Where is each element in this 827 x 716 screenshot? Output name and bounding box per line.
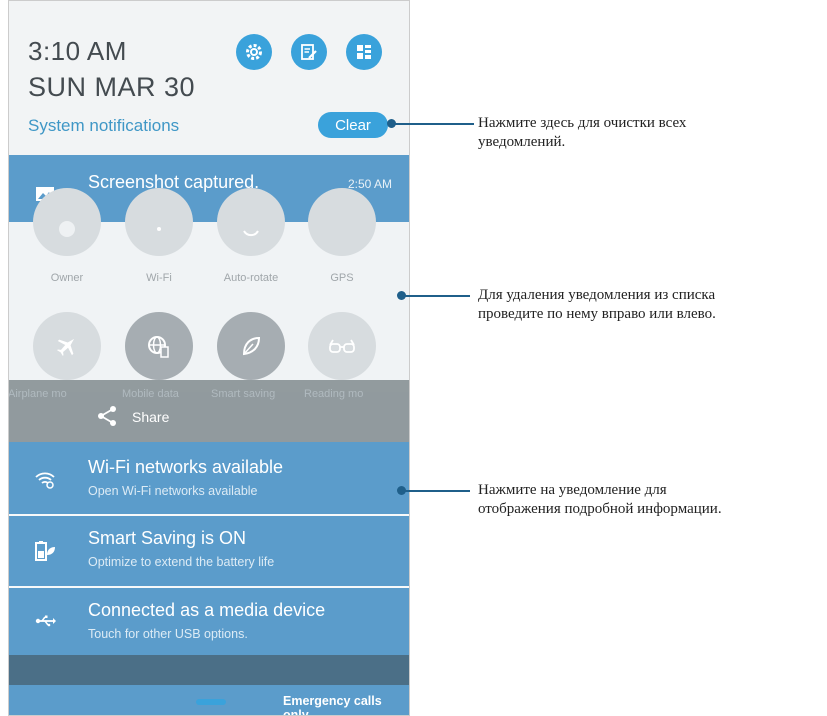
glasses-icon <box>329 339 355 353</box>
notification-subtitle: Open Wi-Fi networks available <box>88 484 258 498</box>
callout-line-swipe <box>402 295 470 297</box>
mobile-data-icon <box>148 336 169 358</box>
qs-label-wifi: Wi-Fi <box>146 272 172 284</box>
owner-tile[interactable] <box>33 188 101 256</box>
notification-subtitle: Touch for other USB options. <box>88 627 248 641</box>
edit-icon <box>301 44 317 60</box>
callout-swipe: Для удаления уведомления из списка прове… <box>478 286 716 324</box>
qs-label-reading-mode: Reading mo <box>304 388 364 400</box>
notification-time: 2:50 AM <box>348 177 393 191</box>
notification-title: Connected as a media device <box>88 600 326 620</box>
wifi-tile[interactable] <box>125 188 193 256</box>
callout-text: отображения подробной информации. <box>478 501 722 517</box>
notification-wifi[interactable]: Wi-Fi networks available Open Wi-Fi netw… <box>8 442 410 514</box>
share-label: Share <box>132 409 170 425</box>
callout-text: уведомлений. <box>478 134 566 150</box>
callout-tap: Нажмите на уведомление для отображения п… <box>478 481 722 519</box>
settings-icon <box>246 44 262 60</box>
wifi-icon <box>30 464 60 494</box>
notification-subtitle: Optimize to extend the battery life <box>88 555 275 569</box>
notification-title: Smart Saving is ON <box>88 528 247 548</box>
callout-text: Нажмите на уведомление для <box>478 482 667 498</box>
emergency-calls-label: Emergency calls only <box>283 694 382 716</box>
callout-text: проведите по нему вправо или влево. <box>478 306 716 322</box>
airplane-icon <box>57 338 75 356</box>
notification-usb[interactable]: Connected as a media device Touch for ot… <box>8 588 410 655</box>
share-icon <box>96 405 118 432</box>
wifi-icon <box>157 227 161 231</box>
qs-label-mobile-data: Mobile data <box>122 388 179 400</box>
qs-label-airplane: Airplane mo <box>8 388 67 400</box>
callout-clear: Нажмите здесь для очистки всех уведомлен… <box>478 114 686 152</box>
moon-icon <box>338 225 347 232</box>
qs-label-smart-saving: Smart saving <box>211 388 276 400</box>
reading-mode-tile[interactable] <box>308 312 376 380</box>
notification-panel: 3:10 AM SUN MAR 30 System notifications <box>8 0 410 716</box>
person-icon <box>59 221 75 237</box>
qs-label-gps: GPS <box>330 272 354 284</box>
mobile-data-tile[interactable] <box>125 312 193 380</box>
panel-spacer <box>8 655 410 685</box>
gps-tile[interactable] <box>308 188 376 256</box>
auto-rotate-tile[interactable] <box>217 188 285 256</box>
drag-handle[interactable] <box>196 699 226 705</box>
quick-settings-grid: Owner Wi-Fi Auto-rotate GPS <box>8 188 410 392</box>
notification-title: Screenshot captured. <box>88 172 260 192</box>
qs-label-owner: Owner <box>50 272 84 284</box>
rotate-icon <box>243 230 259 237</box>
settings-button[interactable] <box>236 34 272 70</box>
leaf-icon <box>242 336 261 356</box>
clock-date: SUN MAR 30 <box>28 72 196 102</box>
quick-settings-button[interactable] <box>346 34 382 70</box>
callout-text: Для удаления уведомления из списка <box>478 287 716 303</box>
battery-leaf-icon <box>30 536 60 566</box>
notification-smart-saving[interactable]: Smart Saving is ON Optimize to extend th… <box>8 516 410 586</box>
airplane-tile[interactable] <box>33 312 101 380</box>
callout-line-tap <box>402 490 470 492</box>
quick-settings-icon <box>357 45 371 59</box>
panel-header: 3:10 AM SUN MAR 30 System notifications <box>8 0 410 155</box>
qs-label-auto-rotate: Auto-rotate <box>223 272 279 284</box>
usb-icon <box>30 606 60 636</box>
system-notifications-link[interactable]: System notifications <box>28 116 179 136</box>
clear-button[interactable]: Clear <box>318 112 388 138</box>
callout-text: Нажмите здесь для очистки всех <box>478 115 687 131</box>
notification-title: Wi-Fi networks available <box>88 457 284 477</box>
edit-button[interactable] <box>291 34 327 70</box>
callout-line-clear <box>392 123 474 125</box>
smart-saving-tile[interactable] <box>217 312 285 380</box>
clock-time: 3:10 AM <box>28 36 127 66</box>
